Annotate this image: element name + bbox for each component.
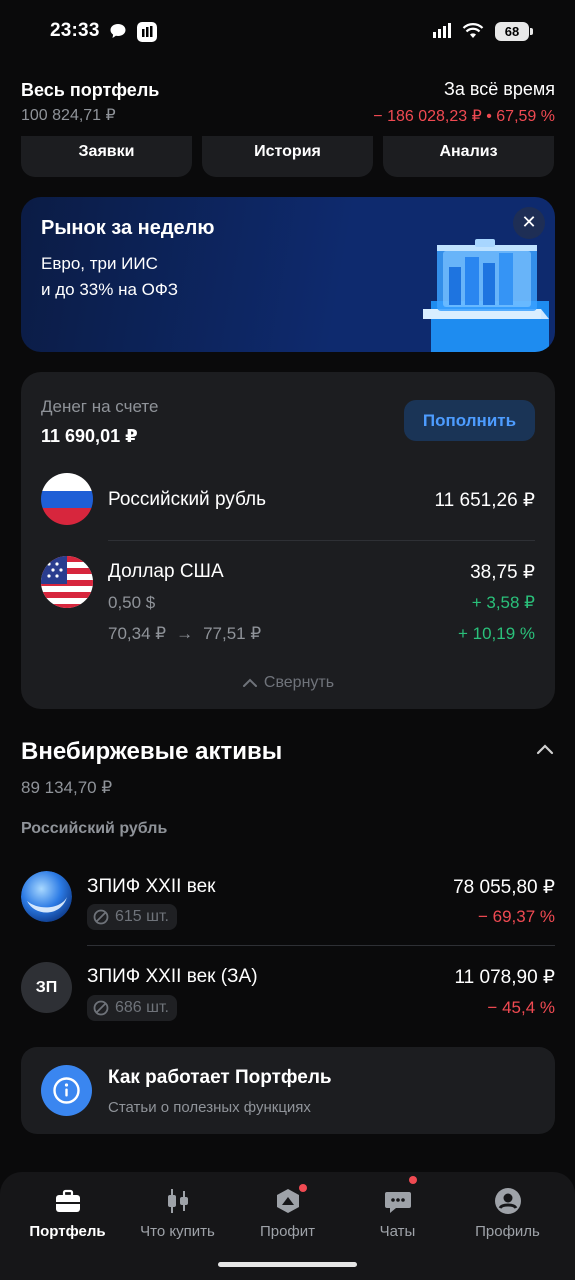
asset-quantity: 686 шт. [87, 995, 177, 1021]
tab-analysis[interactable]: Анализ [383, 136, 554, 177]
nav-item-what-to-buy[interactable]: Что купить [120, 1172, 235, 1252]
exchange-rate: 70,34 ₽ → 77,51 ₽ [108, 624, 261, 644]
portfolio-value: 100 824,71 ₽ [21, 107, 116, 124]
info-subtitle: Статьи о полезных функциях [108, 1099, 311, 1116]
promo-line-2: и до 33% на ОФЗ [41, 280, 179, 299]
action-tabs: Заявки История Анализ [21, 136, 555, 177]
currency-group-label: Российский рубль [21, 820, 168, 837]
info-icon [41, 1065, 92, 1116]
divider [87, 945, 555, 946]
nav-item-profile[interactable]: Профиль [450, 1172, 565, 1252]
portfolio-title: Весь портфель [21, 80, 160, 100]
topup-button[interactable]: Пополнить [404, 400, 535, 441]
notification-dot [299, 1184, 307, 1192]
profit-icon [277, 1189, 299, 1213]
nav-label: Профит [259, 1223, 316, 1240]
portfolio-change: − 186 028,23 ₽ • 67,59 % [373, 108, 555, 125]
currency-change-abs-usd: + 3,58 ₽ [471, 593, 535, 612]
status-bar: 23:33 68 [0, 0, 575, 64]
candles-icon [168, 1189, 188, 1213]
period-selector[interactable]: За всё время [444, 79, 555, 100]
promo-box-illustration [423, 239, 549, 352]
cash-label: Денег на счете [41, 397, 159, 416]
info-title: Как работает Портфель [108, 1067, 332, 1088]
nav-item-profit[interactable]: Профит [230, 1172, 345, 1252]
asset-name: ЗПИФ XXII век (ЗА) [87, 966, 258, 987]
close-icon: ✕ [521, 212, 537, 232]
notification-dot [409, 1176, 417, 1184]
blocked-icon [93, 909, 109, 925]
tab-orders[interactable]: Заявки [21, 136, 192, 177]
asset-change: − 69,37 % [477, 907, 555, 926]
tab-history[interactable]: История [202, 136, 373, 177]
promo-title: Рынок за неделю [41, 217, 215, 239]
otc-section-title: Внебиржевые активы [21, 738, 283, 765]
promo-close-button[interactable]: ✕ [513, 207, 545, 239]
russia-flag-icon [41, 473, 93, 525]
divider [108, 540, 535, 541]
currency-quantity-usd: 0,50 $ [108, 593, 156, 612]
promo-line-1: Евро, три ИИС [41, 254, 158, 273]
rate-to: 77,51 ₽ [203, 624, 262, 643]
chevron-up-icon[interactable] [535, 742, 555, 756]
nav-item-portfolio[interactable]: Портфель [10, 1172, 125, 1252]
nav-label: Чаты [379, 1223, 416, 1240]
battery-indicator: 68 [495, 22, 533, 41]
signal-icon [433, 23, 451, 38]
chevron-up-icon [242, 678, 257, 687]
asset-name: ЗПИФ XXII век [87, 876, 216, 897]
portfolio-header[interactable]: Весь портфель 100 824,71 ₽ За всё время … [0, 64, 575, 136]
promo-banner[interactable]: Рынок за неделю Евро, три ИИС и до 33% н… [21, 197, 555, 352]
chat-icon [385, 1192, 411, 1213]
nav-label: Профиль [475, 1223, 540, 1240]
profile-icon [495, 1188, 521, 1214]
asset-amount: 78 055,80 ₽ [453, 877, 555, 898]
status-time: 23:33 [50, 20, 100, 41]
arrow-right-icon: → [176, 624, 194, 643]
home-indicator[interactable] [218, 1262, 357, 1267]
wifi-icon [462, 23, 484, 38]
currency-change-pct-usd: + 10,19 % [457, 624, 535, 643]
currency-name-rub: Российский рубль [108, 489, 267, 510]
cash-total: 11 690,01 ₽ [41, 426, 138, 446]
nav-label: Портфель [29, 1223, 106, 1240]
rate-from: 70,34 ₽ [108, 624, 167, 643]
otc-section-value: 89 134,70 ₽ [21, 778, 113, 797]
currency-amount-usd: 38,75 ₽ [470, 562, 535, 583]
nav-label: Что купить [140, 1223, 215, 1240]
app-notification-icon [137, 22, 157, 42]
asset-quantity: 615 шт. [87, 904, 177, 930]
chat-notification-icon [110, 24, 126, 38]
asset-initials-avatar: ЗП [21, 962, 72, 1013]
asset-quantity-value: 615 шт. [115, 908, 169, 925]
asset-quantity-value: 686 шт. [115, 999, 169, 1016]
blocked-icon [93, 1000, 109, 1016]
fund-logo-icon [21, 871, 72, 922]
currency-name-usd: Доллар США [108, 561, 224, 582]
collapse-label: Свернуть [263, 674, 335, 691]
briefcase-icon [56, 1189, 80, 1212]
nav-item-chats[interactable]: Чаты [340, 1172, 455, 1252]
promo-subtitle: Евро, три ИИС и до 33% на ОФЗ [41, 251, 301, 303]
usa-flag-icon [41, 556, 93, 608]
collapse-button[interactable]: Свернуть [21, 674, 555, 692]
asset-change: − 45,4 % [487, 998, 555, 1017]
asset-amount: 11 078,90 ₽ [454, 967, 555, 988]
currency-amount-rub: 11 651,26 ₽ [434, 490, 535, 511]
cash-card: Денег на счете 11 690,01 ₽ Пополнить Рос… [21, 372, 555, 709]
how-portfolio-works-card[interactable]: Как работает Портфель Статьи о полезных … [21, 1047, 555, 1134]
